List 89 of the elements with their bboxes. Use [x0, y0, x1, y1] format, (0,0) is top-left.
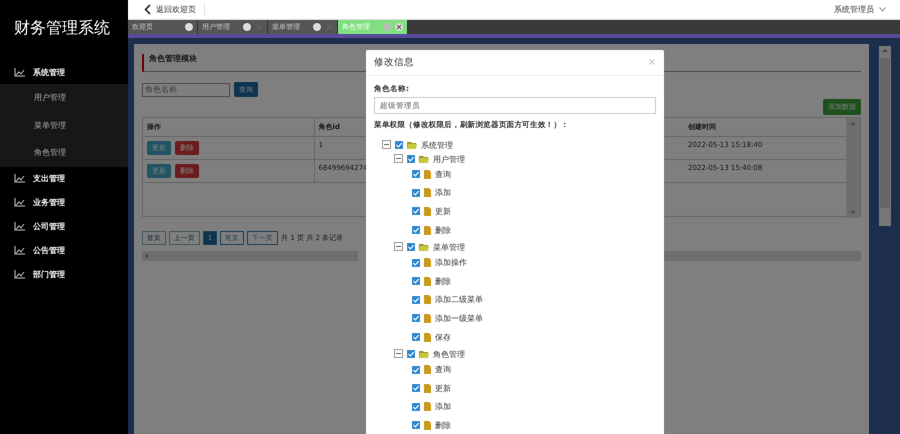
- submenu-item[interactable]: 菜单管理: [0, 112, 128, 139]
- collapse-toggle[interactable]: [394, 348, 403, 360]
- checkmark-icon: [413, 278, 419, 284]
- chart-icon: [14, 68, 25, 76]
- tree-item-label[interactable]: 查询: [435, 168, 451, 180]
- tree-item-label[interactable]: 删除: [435, 420, 451, 431]
- tree-item-label[interactable]: 菜单管理: [433, 242, 465, 253]
- checkbox[interactable]: [412, 207, 420, 216]
- tree-item-label[interactable]: 添加一级菜单: [435, 312, 483, 324]
- tree-item-label[interactable]: 添加: [435, 187, 451, 198]
- checkbox[interactable]: [412, 258, 420, 267]
- tree-item-label[interactable]: 更新: [435, 382, 451, 394]
- checkmark-icon: [413, 171, 419, 178]
- checkmark-icon: [413, 404, 419, 410]
- checkmark-icon: [413, 190, 419, 196]
- tree-item-label[interactable]: 删除: [435, 276, 451, 287]
- minus-icon: [382, 140, 391, 148]
- collapse-toggle[interactable]: [394, 242, 403, 253]
- checkbox[interactable]: [407, 350, 415, 358]
- checkbox[interactable]: [412, 226, 420, 234]
- submenu-item[interactable]: 角色管理: [0, 139, 128, 166]
- checkmark-icon: [413, 366, 419, 373]
- sidebar-item[interactable]: 部门管理: [0, 262, 128, 286]
- chevron-left-icon: [144, 4, 151, 15]
- checkbox[interactable]: [412, 296, 420, 304]
- chart-icon: [14, 270, 25, 279]
- refresh-icon: [185, 23, 193, 31]
- folder-icon: [419, 350, 429, 358]
- tree-item-label[interactable]: 添加二级菜单: [435, 294, 483, 306]
- checkmark-icon: [413, 260, 419, 266]
- minus-icon: [394, 154, 403, 162]
- chart-icon: [14, 174, 25, 183]
- checkbox[interactable]: [412, 384, 420, 392]
- checkbox[interactable]: [412, 314, 420, 322]
- submenu-item[interactable]: 用户管理: [0, 84, 128, 112]
- dialog-title: 修改信息: [374, 56, 414, 69]
- checkbox[interactable]: [412, 402, 420, 411]
- refresh-icon: [243, 23, 251, 31]
- refresh-icon: [313, 23, 321, 31]
- sidebar-item[interactable]: 公告管理: [0, 238, 128, 262]
- sidebar-item[interactable]: 系统管理: [0, 62, 128, 82]
- chart-icon: [14, 198, 25, 207]
- sidebar-item[interactable]: 支出管理: [0, 166, 128, 190]
- checkmark-icon: [413, 227, 419, 234]
- tree-item-label[interactable]: 保存: [435, 332, 451, 343]
- back-link[interactable]: 返回欢迎页: [144, 4, 205, 15]
- folder-icon: [419, 243, 429, 252]
- folder-icon: [407, 141, 417, 149]
- sidebar-item[interactable]: 业务管理: [0, 190, 128, 214]
- checkmark-icon: [408, 156, 414, 162]
- checkbox[interactable]: [412, 333, 420, 342]
- checkbox[interactable]: [412, 277, 420, 286]
- sidebar-item[interactable]: 公司管理: [0, 214, 128, 238]
- tree-item-label[interactable]: 系统管理: [421, 140, 453, 150]
- tree-item-label[interactable]: 删除: [435, 224, 451, 236]
- checkmark-icon: [408, 244, 414, 250]
- caret-icon: [879, 7, 886, 12]
- checkbox[interactable]: [412, 366, 420, 374]
- checkmark-icon: [413, 315, 419, 322]
- checkmark-icon: [413, 208, 419, 214]
- user-menu[interactable]: 系统管理员: [834, 4, 886, 15]
- checkbox[interactable]: [407, 243, 415, 252]
- checkbox[interactable]: [395, 141, 403, 149]
- search-field[interactable]: 角色名称: [142, 82, 230, 96]
- checkmark-icon: [408, 351, 414, 358]
- checkbox[interactable]: [412, 170, 420, 178]
- checkmark-icon: [396, 142, 402, 148]
- folder-icon: [419, 155, 429, 163]
- tree-item-label[interactable]: 查询: [435, 364, 451, 376]
- checkbox[interactable]: [407, 155, 415, 163]
- tree-item-label[interactable]: 添加: [435, 401, 451, 412]
- app-title: 财务管理系统: [13, 17, 111, 39]
- checkmark-icon: [413, 385, 419, 392]
- checkbox[interactable]: [412, 421, 420, 430]
- checkmark-icon: [413, 422, 419, 428]
- minus-icon: [394, 242, 403, 251]
- checkmark-icon: [413, 334, 419, 340]
- collapse-toggle[interactable]: [394, 154, 403, 164]
- tree-item-label[interactable]: 角色管理: [433, 348, 465, 360]
- tree-item-label[interactable]: 更新: [435, 206, 451, 217]
- chart-icon: [14, 222, 25, 231]
- tree-item-label[interactable]: 添加操作: [435, 257, 467, 268]
- collapse-toggle[interactable]: [382, 140, 391, 150]
- checkmark-icon: [413, 296, 419, 303]
- close-icon[interactable]: [395, 23, 403, 31]
- chart-icon: [14, 246, 25, 255]
- minus-icon: [394, 348, 403, 358]
- checkbox[interactable]: [412, 188, 420, 197]
- refresh-icon: [383, 23, 391, 31]
